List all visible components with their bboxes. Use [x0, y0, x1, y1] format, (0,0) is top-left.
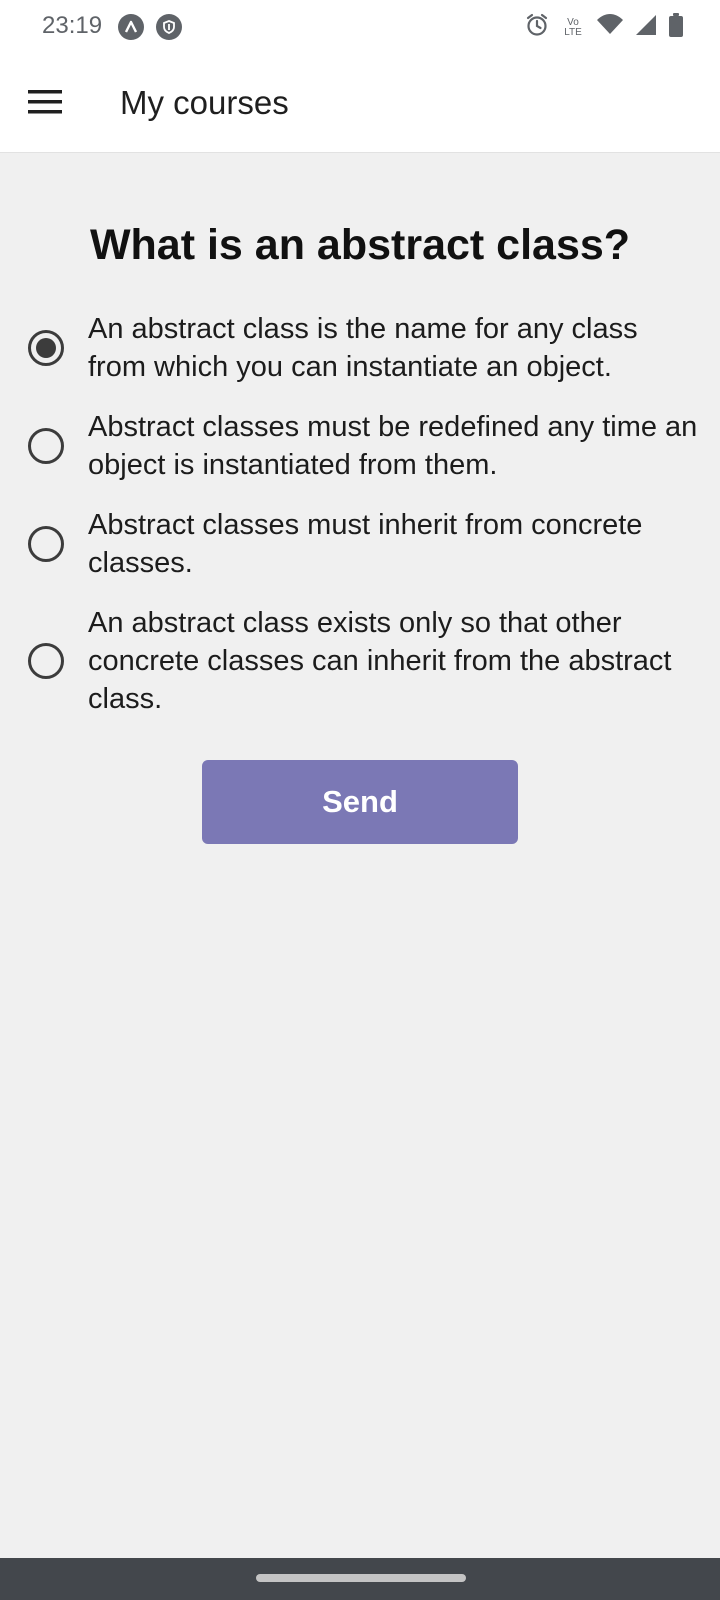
battery-icon: [668, 12, 684, 43]
volte-bottom-label: LTE: [564, 26, 582, 38]
system-navigation-bar: [0, 1558, 720, 1600]
answer-option-2[interactable]: Abstract classes must be redefined any t…: [0, 408, 720, 484]
quiz-content: What is an abstract class? An abstract c…: [0, 153, 720, 844]
status-left-icons: [118, 14, 182, 40]
volte-icon: Vo LTE: [560, 16, 586, 38]
answer-option-label: Abstract classes must be redefined any t…: [88, 411, 698, 481]
answer-option-1[interactable]: An abstract class is the name for any cl…: [0, 310, 720, 386]
radio-dot: [36, 338, 56, 358]
question-heading: What is an abstract class?: [89, 221, 631, 269]
hamburger-menu-icon: [28, 90, 62, 114]
answer-option-3[interactable]: Abstract classes must inherit from concr…: [0, 506, 720, 582]
answer-option-label: Abstract classes must inherit from concr…: [88, 509, 643, 579]
app-bar: My courses: [0, 54, 720, 153]
answer-option-label: An abstract class is the name for any cl…: [88, 313, 638, 383]
send-button[interactable]: Send: [202, 760, 518, 844]
page-title: My courses: [120, 84, 289, 121]
wifi-icon: [596, 13, 624, 42]
signal-icon: [634, 13, 658, 42]
alarm-icon: [524, 12, 550, 43]
status-right-icons: Vo LTE: [524, 12, 684, 43]
gesture-handle[interactable]: [256, 1574, 466, 1582]
answer-option-label: An abstract class exists only so that ot…: [88, 607, 672, 715]
volte-top-label: Vo: [567, 16, 579, 28]
a-badge-icon: [118, 14, 144, 40]
hamburger-menu-button[interactable]: [22, 79, 68, 125]
shield-badge-icon: [156, 14, 182, 40]
radio-button[interactable]: [28, 428, 64, 464]
answer-options: An abstract class is the name for any cl…: [0, 310, 720, 718]
answer-option-4[interactable]: An abstract class exists only so that ot…: [0, 604, 720, 718]
status-bar: 23:19 Vo LTE: [0, 0, 720, 54]
radio-button[interactable]: [28, 526, 64, 562]
radio-button-selected[interactable]: [28, 330, 64, 366]
status-time: 23:19: [42, 12, 103, 39]
radio-button[interactable]: [28, 643, 64, 679]
